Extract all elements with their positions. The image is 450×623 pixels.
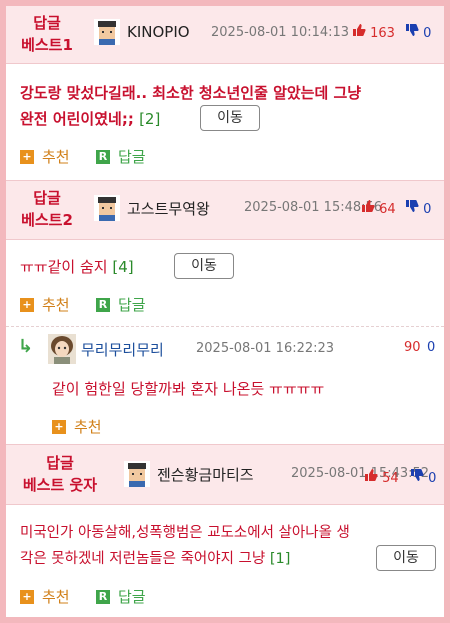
reply-icon: R	[96, 149, 110, 164]
reply-icon: R	[96, 589, 110, 604]
reply-arrow-icon: ↳	[18, 336, 34, 357]
best1-recommend-button[interactable]: + 추천	[20, 146, 70, 167]
best3-move-button[interactable]: 이동	[376, 545, 436, 571]
badge-line1: 답글	[33, 14, 61, 32]
reply-comment: 같이 험한일 당할까봐 혼자 나온듯 ㅠㅠㅠㅠ	[52, 380, 325, 398]
avatar[interactable]	[124, 461, 150, 487]
best3-nickname[interactable]: 젠슨황금마티즈	[157, 464, 254, 485]
reply-label: 답글	[118, 148, 146, 166]
best3-upvote[interactable]: 54	[364, 468, 399, 486]
best3-recommend-button[interactable]: + 추천	[20, 586, 70, 607]
best1-reply-button[interactable]: R 답글	[96, 146, 146, 167]
recommend-label: 추천	[74, 418, 102, 436]
badge-line1: 답글	[46, 454, 74, 472]
downvote-count: 0	[423, 202, 432, 217]
best3-downvote[interactable]: 0	[410, 468, 436, 486]
reply-count[interactable]: [2]	[139, 110, 160, 128]
reply-count[interactable]: [1]	[270, 551, 291, 567]
downvote-count: 0	[428, 471, 437, 486]
plus-icon: +	[52, 419, 66, 434]
thumbs-down-icon	[411, 469, 424, 481]
thumbs-up-icon	[353, 24, 366, 36]
badge-line2: 베스트1	[21, 36, 73, 54]
best1-badge: 답글 베스트1	[12, 12, 82, 56]
upvote-count: 64	[379, 202, 396, 217]
best3-badge: 답글 베스트 웃자	[12, 452, 108, 496]
reply-divider	[6, 326, 444, 327]
comment-line2: 각은 못하겠네 저런놈들은 죽어야지 그냥	[20, 551, 266, 567]
best2-comment: ㅠㅠ같이 숨지 [4]	[20, 254, 134, 280]
avatar[interactable]	[94, 195, 120, 221]
comment-line2: 완전 어린이였네;;	[20, 110, 134, 128]
plus-icon: +	[20, 297, 34, 312]
reply-count[interactable]: [4]	[112, 258, 133, 276]
best2-downvote[interactable]: 0	[405, 199, 431, 217]
best1-move-button[interactable]: 이동	[200, 105, 260, 131]
reply-icon: R	[96, 297, 110, 312]
reply-recommend-button[interactable]: + 추천	[52, 416, 102, 437]
reply-label: 답글	[118, 296, 146, 314]
thumbs-down-icon	[406, 24, 419, 36]
best-comments-panel: 답글 베스트1 KINOPIO 2025-08-01 10:14:13 163 …	[6, 6, 444, 617]
best1-upvote[interactable]: 163	[352, 23, 395, 41]
reply-date: 2025-08-01 16:22:23	[196, 341, 335, 356]
recommend-label: 추천	[42, 148, 70, 166]
best1-nickname[interactable]: KINOPIO	[127, 23, 190, 41]
comment-line1: ㅠㅠ같이 숨지	[20, 258, 108, 276]
best1-date: 2025-08-01 10:14:13	[211, 25, 350, 40]
plus-icon: +	[20, 149, 34, 164]
downvote-count: 0	[423, 26, 432, 41]
badge-line2: 베스트2	[21, 211, 73, 229]
best3-reply-button[interactable]: R 답글	[96, 586, 146, 607]
best2-move-button[interactable]: 이동	[174, 253, 234, 279]
badge-line1: 답글	[33, 189, 61, 207]
plus-icon: +	[20, 589, 34, 604]
upvote-count: 163	[370, 26, 395, 41]
reply-downvote[interactable]: 0	[427, 340, 435, 355]
badge-line2: 베스트 웃자	[22, 476, 98, 494]
best2-nickname[interactable]: 고스트무역왕	[127, 198, 210, 219]
recommend-label: 추천	[42, 296, 70, 314]
avatar[interactable]	[94, 19, 120, 45]
best2-upvote[interactable]: 64	[361, 199, 396, 217]
comment-line1: 미국인가 아동살해,성폭행범은 교도소에서 살아나올 생	[20, 525, 350, 541]
avatar[interactable]	[48, 334, 76, 364]
upvote-count: 54	[382, 471, 399, 486]
reply-upvote[interactable]: 90	[404, 340, 421, 355]
comment-line1: 강도랑 맞섰다길래.. 최소한 청소년인줄 알았는데 그냥	[20, 84, 362, 102]
recommend-label: 추천	[42, 588, 70, 606]
thumbs-down-icon	[406, 200, 419, 212]
reply-nickname[interactable]: 무리무리무리	[81, 339, 164, 360]
best1-downvote[interactable]: 0	[405, 23, 431, 41]
best2-recommend-button[interactable]: + 추천	[20, 294, 70, 315]
thumbs-up-icon	[365, 469, 378, 481]
thumbs-up-icon	[362, 200, 375, 212]
best2-badge: 답글 베스트2	[12, 187, 82, 231]
best2-reply-button[interactable]: R 답글	[96, 294, 146, 315]
best3-date: 2025-08-01 15:43:52	[291, 466, 430, 481]
reply-label: 답글	[118, 588, 146, 606]
